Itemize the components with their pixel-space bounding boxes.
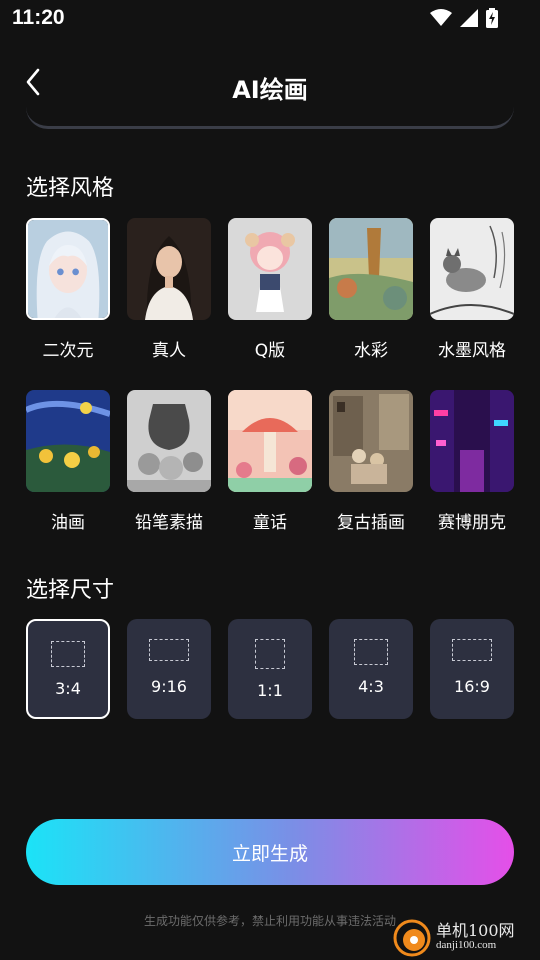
size-label: 16:9 (454, 677, 490, 696)
style-option-chibi[interactable]: Q版 (228, 218, 312, 361)
style-option-pencil-sketch[interactable]: 铅笔素描 (127, 390, 211, 533)
style-name-chibi: Q版 (254, 341, 286, 361)
status-time: 11:20 (12, 6, 65, 29)
style-thumbnail-anime (26, 218, 110, 320)
style-name-watercolor: 水彩 (354, 341, 388, 361)
size-label: 4:3 (358, 677, 384, 696)
page-title: AI绘画 (232, 76, 308, 104)
size-options: 3:4 9:16 1:1 4:3 16:9 (26, 619, 514, 719)
watermark-logo-icon (393, 919, 431, 956)
status-icons (430, 8, 498, 28)
ratio-frame-icon (452, 639, 492, 661)
wifi-icon (430, 9, 452, 26)
style-name-retro-illustration: 复古插画 (337, 513, 405, 533)
style-thumbnail-chibi (228, 218, 312, 320)
style-thumbnail-realistic (127, 218, 211, 320)
style-option-cyberpunk[interactable]: 赛博朋克 (430, 390, 514, 533)
site-watermark: 单机100网 danji100.com (392, 915, 540, 960)
signal-icon (460, 9, 478, 27)
style-option-anime[interactable]: 二次元 (26, 218, 110, 361)
style-name-anime: 二次元 (42, 341, 94, 361)
ratio-frame-icon (255, 639, 285, 669)
style-option-retro-illustration[interactable]: 复古插画 (329, 390, 413, 533)
size-label: 1:1 (257, 681, 283, 700)
status-bar: 11:20 (0, 0, 540, 36)
style-section-label: 选择风格 (26, 176, 115, 201)
size-section-label: 选择尺寸 (26, 578, 115, 603)
style-thumbnail-cyberpunk (430, 390, 514, 492)
size-option-4-3[interactable]: 4:3 (329, 619, 413, 719)
style-thumbnail-oil-painting (26, 390, 110, 492)
style-name-cyberpunk: 赛博朋克 (438, 513, 506, 533)
collapsed-panel-edge (26, 104, 514, 129)
ratio-frame-icon (149, 639, 189, 661)
style-thumbnail-retro-illustration (329, 390, 413, 492)
generate-button[interactable]: 立即生成 (26, 819, 514, 885)
watermark-domain: danji100.com (436, 939, 497, 952)
style-option-ink-wash[interactable]: 水墨风格 (430, 218, 514, 361)
battery-charging-icon (486, 8, 498, 28)
size-option-3-4[interactable]: 3:4 (26, 619, 110, 719)
style-name-ink-wash: 水墨风格 (438, 341, 506, 361)
size-label: 9:16 (151, 677, 187, 696)
generate-button-label: 立即生成 (231, 842, 308, 865)
size-label: 3:4 (55, 679, 81, 698)
style-thumbnail-watercolor (329, 218, 413, 320)
style-name-fairy-tale: 童话 (253, 513, 287, 533)
ratio-frame-icon (354, 639, 388, 665)
style-name-realistic: 真人 (152, 341, 186, 361)
watermark-title: 单机100网 (436, 921, 515, 941)
style-option-realistic[interactable]: 真人 (127, 218, 211, 361)
size-option-1-1[interactable]: 1:1 (228, 619, 312, 719)
style-thumbnail-pencil-sketch (127, 390, 211, 492)
style-thumbnail-fairy-tale (228, 390, 312, 492)
style-grid-row-2: 油画 铅笔素描 童话 复古插画 赛博朋克 (26, 390, 514, 533)
style-option-fairy-tale[interactable]: 童话 (228, 390, 312, 533)
style-option-oil-painting[interactable]: 油画 (26, 390, 110, 533)
style-option-watercolor[interactable]: 水彩 (329, 218, 413, 361)
style-grid-row-1: 二次元 真人 Q版 水彩 水墨风格 (26, 218, 514, 361)
style-name-pencil-sketch: 铅笔素描 (135, 513, 203, 533)
ratio-frame-icon (51, 641, 85, 667)
style-name-oil-painting: 油画 (51, 513, 85, 533)
size-option-16-9[interactable]: 16:9 (430, 619, 514, 719)
size-option-9-16[interactable]: 9:16 (127, 619, 211, 719)
style-thumbnail-ink-wash (430, 218, 514, 320)
